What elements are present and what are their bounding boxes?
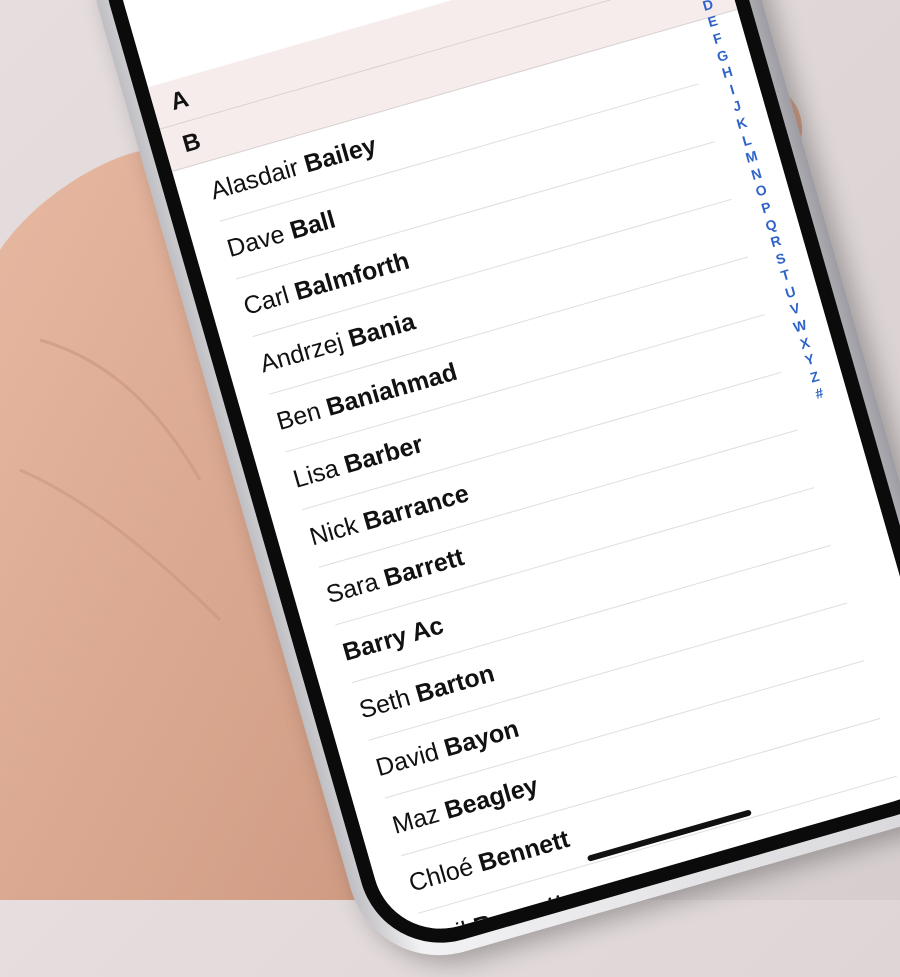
contact-first-name: Carl — [240, 280, 293, 321]
photo-scene: A B Alasdair Bailey Dave Ball Carl Balmforth A… — [0, 0, 900, 977]
contact-last-name: Beagley — [441, 771, 542, 825]
contact-first-name: Alasdair — [207, 153, 302, 205]
contact-last-name: Bailey — [300, 130, 380, 179]
contact-first-name: Sara — [323, 567, 382, 609]
contact-first-name: Lisa — [289, 453, 342, 494]
contact-first-name: Nick — [306, 510, 361, 551]
contact-last-name: Barber — [340, 429, 426, 479]
contact-first-name: Chloé — [405, 852, 477, 897]
contact-last-name: Barrett — [380, 542, 468, 593]
index-letter[interactable]: I — [728, 81, 737, 99]
contact-first-name: Ben — [273, 396, 324, 436]
contact-first-name: David — [372, 737, 442, 782]
contact-first-name: Andrzej — [256, 327, 347, 378]
contact-last-name: Bania — [345, 306, 419, 353]
contact-last-name: Barton — [412, 658, 498, 708]
contact-last-name: Ball — [286, 204, 339, 245]
contact-last-name: Bayon — [440, 714, 522, 763]
contact-first-name: Maz — [389, 799, 443, 840]
section-letter-a: A — [167, 84, 192, 116]
contact-first-name: Seth — [356, 682, 414, 724]
contact-first-name: Dave — [223, 219, 288, 263]
index-letter[interactable]: H — [720, 63, 735, 83]
section-letter-b: B — [179, 127, 204, 158]
contact-last-name: Bennett — [475, 824, 573, 878]
index-letter[interactable]: # — [813, 385, 825, 404]
